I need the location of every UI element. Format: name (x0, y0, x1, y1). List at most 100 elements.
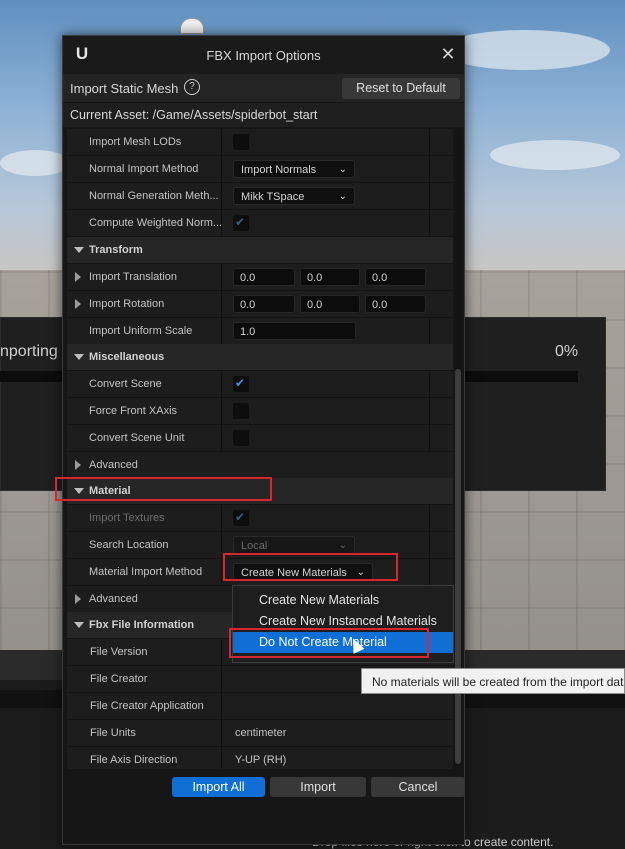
row-label: Material Import Method (89, 566, 203, 578)
rotation-x-field[interactable]: 0.0 (233, 295, 295, 313)
row-file-units: File Units centimeter (67, 720, 453, 747)
row-label: Import Mesh LODs (89, 136, 182, 148)
title-bar[interactable]: U FBX Import Options ✕ (63, 36, 464, 74)
divider (429, 505, 430, 531)
import-mesh-lods-checkbox[interactable] (233, 134, 249, 150)
convert-scene-checkbox[interactable]: ✔ (233, 376, 249, 392)
cloud (440, 30, 610, 70)
scrollbar-thumb[interactable] (455, 369, 461, 764)
category-label: Transform (89, 244, 143, 256)
row-import-translation: Import Translation 0.0 0.0 0.0 (67, 264, 453, 291)
divider (429, 129, 430, 155)
divider (429, 425, 430, 451)
normal-generation-method-select[interactable]: Mikk TSpace ⌄ (233, 187, 355, 205)
row-file-axis-direction: File Axis Direction Y-UP (RH) (67, 747, 453, 769)
collapse-arrow-icon (74, 247, 84, 253)
expand-arrow-icon[interactable] (75, 594, 81, 604)
row-label: Import Translation (89, 271, 178, 283)
row-normal-generation-method: Normal Generation Meth... Mikk TSpace ⌄ (67, 183, 453, 210)
divider (221, 532, 222, 558)
close-icon[interactable]: ✕ (439, 44, 457, 64)
row-label: Advanced (89, 459, 138, 471)
cloud (490, 140, 620, 170)
highlight-material-category (55, 477, 272, 501)
row-label: File Axis Direction (90, 754, 178, 766)
convert-scene-unit-checkbox[interactable] (233, 430, 249, 446)
rotation-y-field[interactable]: 0.0 (300, 295, 360, 313)
divider (221, 156, 222, 182)
category-miscellaneous[interactable]: Miscellaneous (67, 344, 453, 371)
expand-arrow-icon[interactable] (75, 299, 81, 309)
import-textures-checkbox[interactable]: ✔ (233, 510, 249, 526)
divider (221, 666, 222, 692)
expand-arrow-icon[interactable] (75, 272, 81, 282)
divider (221, 720, 222, 746)
checkmark-icon: ✔ (235, 376, 246, 390)
row-label: Import Rotation (89, 298, 165, 310)
force-front-xaxis-checkbox[interactable] (233, 403, 249, 419)
divider (221, 291, 222, 317)
divider (221, 318, 222, 344)
row-force-front-xaxis: Force Front XAxis (67, 398, 453, 425)
cancel-button[interactable]: Cancel (371, 777, 465, 797)
row-convert-scene: Convert Scene ✔ (67, 371, 453, 398)
row-label: Force Front XAxis (89, 405, 178, 417)
highlight-material-import-method (223, 553, 398, 581)
row-label: File Creator (90, 673, 148, 685)
category-label: Miscellaneous (89, 351, 165, 363)
search-location-select[interactable]: Local ⌄ (233, 536, 355, 554)
divider (221, 183, 222, 209)
row-import-uniform-scale: Import Uniform Scale 1.0 (67, 318, 453, 345)
checkmark-icon: ✔ (235, 510, 246, 524)
divider (429, 156, 430, 182)
divider (221, 210, 222, 236)
import-button[interactable]: Import (270, 777, 366, 797)
divider (429, 371, 430, 397)
select-value: Local (241, 540, 268, 552)
normal-import-method-select[interactable]: Import Normals ⌄ (233, 160, 355, 178)
menu-item-create-new-materials[interactable]: Create New Materials (233, 590, 453, 611)
cloud (0, 150, 70, 176)
row-import-textures: Import Textures ✔ (67, 505, 453, 532)
reset-to-default-button[interactable]: Reset to Default (342, 78, 460, 99)
divider (221, 264, 222, 290)
divider (221, 505, 222, 531)
expand-arrow-icon[interactable] (75, 460, 81, 470)
collapse-arrow-icon (74, 622, 84, 628)
collapse-arrow-icon (74, 354, 84, 360)
row-import-rotation: Import Rotation 0.0 0.0 0.0 (67, 291, 453, 318)
file-axis-value: Y-UP (RH) (235, 754, 287, 766)
row-label: File Version (90, 646, 148, 658)
row-compute-weighted-normals: Compute Weighted Norm... ✔ (67, 210, 453, 237)
compute-weighted-normals-checkbox[interactable]: ✔ (233, 215, 249, 231)
dialog-title: FBX Import Options (206, 48, 321, 63)
category-label: Fbx File Information (89, 619, 195, 631)
divider (221, 129, 222, 155)
row-label: Compute Weighted Norm... (89, 217, 223, 229)
row-normal-import-method: Normal Import Method Import Normals ⌄ (67, 156, 453, 183)
divider (221, 639, 222, 665)
divider (221, 559, 222, 585)
divider (429, 210, 430, 236)
row-label: Search Location (89, 539, 169, 551)
translation-x-field[interactable]: 0.0 (233, 268, 295, 286)
divider (429, 318, 430, 344)
divider (429, 559, 430, 585)
rotation-z-field[interactable]: 0.0 (365, 295, 426, 313)
translation-z-field[interactable]: 0.0 (365, 268, 426, 286)
help-icon[interactable]: ? (184, 79, 200, 95)
divider (221, 693, 222, 719)
select-value: Import Normals (241, 164, 317, 176)
category-transform[interactable]: Transform (67, 237, 453, 264)
translation-y-field[interactable]: 0.0 (300, 268, 360, 286)
viewport-gizmo[interactable] (180, 18, 204, 34)
import-all-button[interactable]: Import All (172, 777, 265, 797)
row-label: Import Uniform Scale (89, 325, 193, 337)
file-units-value: centimeter (235, 727, 287, 739)
row-label: Normal Generation Meth... (89, 190, 219, 202)
uniform-scale-field[interactable]: 1.0 (233, 322, 356, 340)
row-advanced-misc[interactable]: Advanced (67, 452, 453, 479)
divider (429, 398, 430, 424)
row-import-mesh-lods: Import Mesh LODs (67, 129, 453, 156)
row-file-creator-application: File Creator Application (67, 693, 453, 720)
